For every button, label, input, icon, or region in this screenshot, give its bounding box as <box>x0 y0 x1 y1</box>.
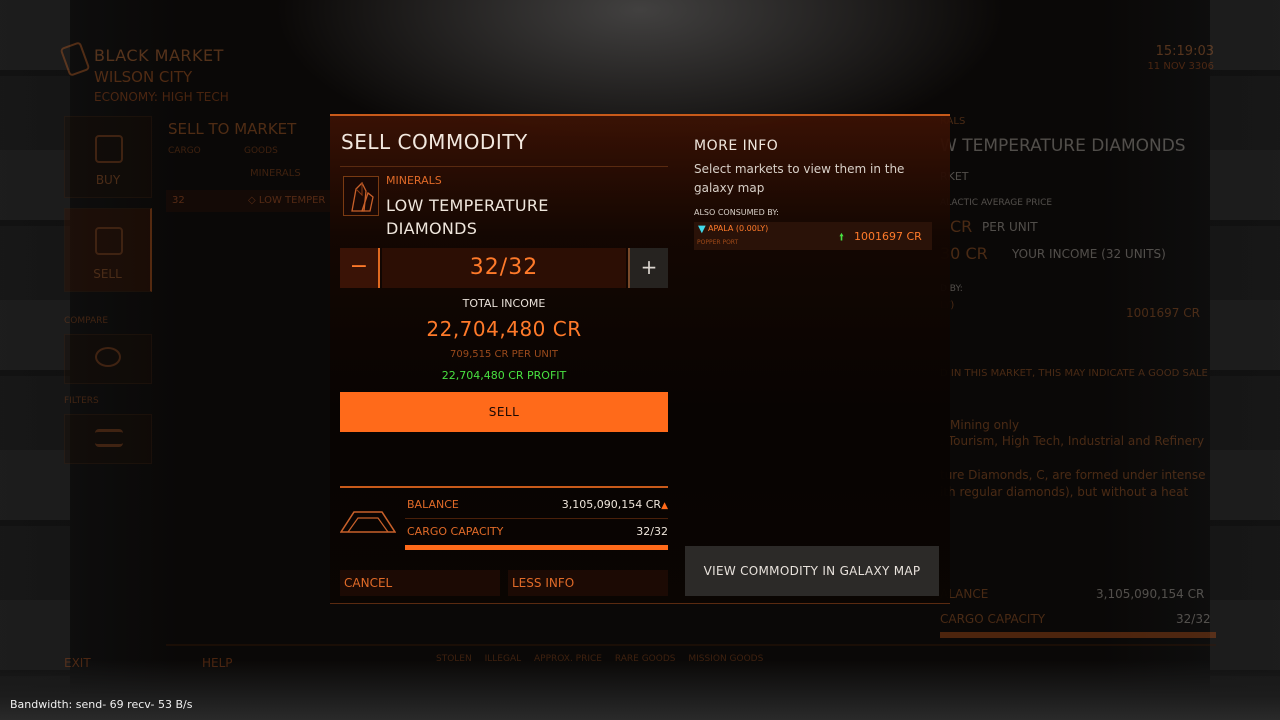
sell-commodity-dialog: SELL COMMODITY MINERALS LOW TEMPERATURE … <box>330 114 950 604</box>
filters-label: FILTERS <box>64 396 99 406</box>
commodity-name: LOW TEMPERATURE DIAMONDS <box>386 196 549 238</box>
total-income-value: 22,704,480 CR <box>426 317 582 341</box>
station-city: WILSON CITY <box>94 68 193 86</box>
nav-sell-label: SELL <box>93 267 122 281</box>
hangar-wall-left <box>0 0 70 720</box>
detail-cargo-label: CARGO CAPACITY <box>940 612 1046 626</box>
detail-avg-cr: CR <box>950 217 973 236</box>
legend-stolen: STOLEN <box>436 654 472 664</box>
detail-consumed-price: 1001697 CR <box>1126 306 1200 320</box>
ship-status-divider <box>340 486 668 488</box>
sell-icon <box>95 227 123 255</box>
nav-buy-label: BUY <box>95 173 121 187</box>
legend-mission-goods: MISSION GOODS <box>688 654 764 664</box>
market-title: BLACK MARKET <box>94 46 224 65</box>
quantity-value[interactable]: 32/32 <box>382 248 626 288</box>
clock: 15:19:03 11 NOV 3306 <box>1147 44 1214 72</box>
compare-button[interactable] <box>64 334 152 384</box>
buy-icon <box>95 135 123 163</box>
legend: STOLEN ILLEGAL APPROX. PRICE RARE GOODS … <box>436 654 773 664</box>
balance-amount: 3,105,090,154 CR <box>561 498 662 511</box>
bandwidth-readout: Bandwidth: send- 69 recv- 53 B/s <box>10 698 193 711</box>
cargo-capacity-label: CARGO CAPACITY <box>407 525 504 538</box>
cancel-button[interactable]: CANCEL <box>340 570 500 596</box>
row-goods: ◇ LOW TEMPER <box>248 195 326 206</box>
hangar-wall-right <box>1210 0 1280 720</box>
station-economy: ECONOMY: HIGH TECH <box>94 90 229 104</box>
detail-title: W TEMPERATURE DIAMONDS <box>940 136 1186 156</box>
dialog-title: SELL COMMODITY <box>341 130 528 154</box>
exit-button[interactable]: EXIT <box>64 656 91 670</box>
help-button[interactable]: HELP <box>202 656 233 670</box>
detail-desc-1: ture Diamonds, C, are formed under inten… <box>940 468 1206 482</box>
balance-divider <box>405 518 668 519</box>
detail-economies: : Tourism, High Tech, Industrial and Ref… <box>940 434 1205 448</box>
view-in-galaxy-map-button[interactable]: VIEW COMMODITY IN GALAXY MAP <box>685 546 939 596</box>
compare-icon <box>95 347 121 367</box>
also-consumed-label: ALSO CONSUMED BY: <box>694 208 779 217</box>
credits-icon: ▲ <box>661 501 668 511</box>
compare-label: COMPARE <box>64 316 109 326</box>
per-unit-price: 709,515 CR PER UNIT <box>450 349 558 360</box>
row-cargo: 32 <box>172 195 185 206</box>
detail-desc-2: ith regular diamonds), but without a hea… <box>940 485 1189 499</box>
quantity-stepper: − 32/32 + <box>340 248 668 288</box>
cargo-capacity-bar <box>405 545 668 550</box>
detail-avg-label: ALACTIC AVERAGE PRICE <box>940 198 1053 208</box>
detail-balance-value: 3,105,090,154 CR <box>1096 587 1205 601</box>
detail-mining: Mining only <box>950 418 1020 432</box>
bottom-divider <box>166 644 1216 646</box>
nav-buy-button[interactable]: BUY <box>64 116 152 198</box>
title-divider <box>340 166 668 167</box>
cargo-capacity-value: 32/32 <box>636 525 668 538</box>
column-cargo: CARGO <box>168 146 201 156</box>
profit-value: 22,704,480 CR PROFIT <box>441 369 567 382</box>
hangar-floor <box>0 660 1280 720</box>
detail-per-unit: PER UNIT <box>982 220 1038 234</box>
commodity-detail-panel: RALS W TEMPERATURE DIAMONDS RKET ALACTIC… <box>936 116 1216 646</box>
ship-icon <box>339 508 397 538</box>
category-minerals: MINERALS <box>250 168 301 179</box>
total-income-label: TOTAL INCOME <box>462 297 546 310</box>
balance-label: BALANCE <box>407 498 459 511</box>
decrease-quantity-button[interactable]: − <box>340 248 380 288</box>
more-info-description: Select markets to view them in the galax… <box>694 162 905 195</box>
consumer-market-item[interactable]: ▼ APALA (0.00LY) POPPER PORT 🠙 1001697 C… <box>694 222 932 250</box>
filters-icon <box>95 429 123 447</box>
balance-value: 3,105,090,154 CR▲ <box>562 498 668 511</box>
detail-cargo-value: 32/32 <box>1176 612 1211 626</box>
detail-note: D IN THIS MARKET, THIS MAY INDICATE A GO… <box>940 368 1208 379</box>
consumer-market-name: APALA (0.00LY) <box>708 224 769 233</box>
increase-quantity-button[interactable]: + <box>628 248 668 288</box>
column-goods: GOODS <box>244 146 278 156</box>
cargo-capacity-fill <box>405 545 668 550</box>
clock-time: 15:19:03 <box>1155 44 1214 59</box>
sell-to-market-title: SELL TO MARKET <box>168 120 297 138</box>
more-info-title: MORE INFO <box>694 138 779 154</box>
sell-button[interactable]: SELL <box>340 392 668 432</box>
nav-sell-button[interactable]: SELL <box>64 208 152 292</box>
legend-approx-price: APPROX. PRICE <box>534 654 602 664</box>
commodity-category: MINERALS <box>386 174 442 187</box>
market-triangle-icon: ▼ <box>698 224 706 235</box>
filters-button[interactable] <box>64 414 152 464</box>
less-info-button[interactable]: LESS INFO <box>508 570 668 596</box>
price-up-arrow-icon: 🠙 <box>839 232 845 243</box>
consumer-market-port: POPPER PORT <box>697 239 739 246</box>
detail-income-label: YOUR INCOME (32 UNITS) <box>1012 247 1166 261</box>
legend-illegal: ILLEGAL <box>484 654 522 664</box>
consumer-market-price: 1001697 CR <box>854 230 922 243</box>
detail-cargo-bar <box>940 632 1216 638</box>
clock-date: 11 NOV 3306 <box>1147 61 1214 72</box>
diamond-crystal-icon <box>343 176 379 216</box>
legend-rare-goods: RARE GOODS <box>614 654 676 664</box>
